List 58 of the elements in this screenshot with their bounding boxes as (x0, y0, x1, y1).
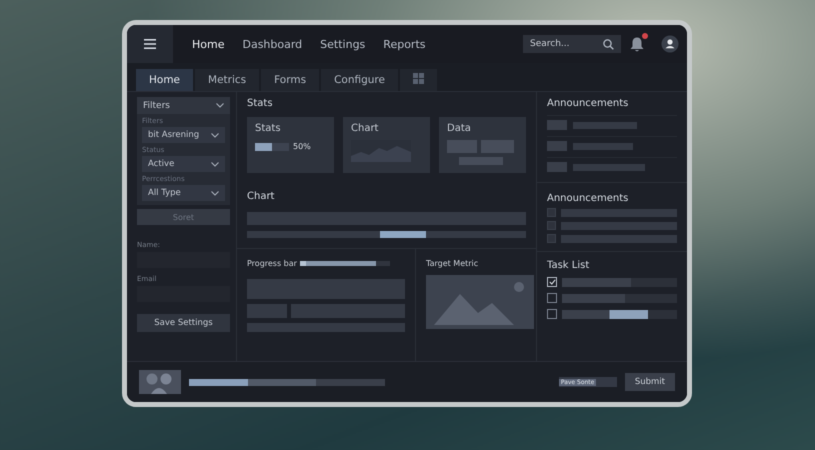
placeholder-bar (573, 122, 637, 128)
section-title: Announcements (547, 193, 630, 204)
placeholder-square (547, 221, 556, 230)
filters-dropdown[interactable]: Filters (137, 97, 230, 114)
select-field[interactable]: bit Asrening (142, 127, 225, 143)
save-settings-button[interactable]: Save Settings (137, 314, 230, 332)
chevron-icon (211, 190, 219, 196)
thumbnail-placeholder (547, 162, 567, 172)
placeholder-bar (573, 142, 633, 150)
nav-link[interactable]: Dashboard (233, 38, 312, 50)
select-field[interactable]: All Type (142, 185, 225, 201)
thumbnail-placeholder (547, 120, 567, 130)
nav-link[interactable]: Reports (374, 38, 434, 50)
section-title: Task List (547, 260, 590, 271)
tab[interactable]: Metrics (195, 69, 260, 91)
chevron-icon (211, 132, 219, 138)
tab[interactable]: Forms (261, 69, 320, 91)
image-placeholder-icon (426, 275, 534, 329)
placeholder-bar (447, 140, 477, 153)
bell-icon[interactable] (629, 36, 645, 52)
card-title: Chart (351, 123, 380, 134)
checkbox[interactable] (547, 277, 557, 287)
checkbox[interactable] (547, 293, 557, 303)
checkbox[interactable] (547, 309, 557, 319)
submit-button[interactable]: Submit (624, 373, 675, 391)
chevron-icon (211, 162, 219, 166)
nav-link[interactable]: Home (183, 38, 234, 50)
metric-title: Target Metric (426, 259, 480, 268)
notification-dot (642, 32, 648, 38)
people-icon (139, 370, 181, 394)
grid-icon (412, 73, 424, 84)
highlight-bar (380, 231, 426, 238)
select-field[interactable]: Active (142, 156, 225, 172)
section-title: Chart (247, 191, 276, 202)
avatar-icon[interactable] (661, 35, 679, 53)
placeholder-bar (459, 157, 503, 165)
placeholder-bar (481, 140, 514, 153)
menu-button[interactable] (127, 25, 173, 63)
grid-tab[interactable] (400, 69, 437, 91)
placeholder-square (547, 234, 556, 243)
chevron-icon (216, 103, 224, 108)
search-field[interactable]: Search... (523, 35, 621, 53)
tab[interactable]: Configure (321, 69, 398, 91)
card-title: Data (447, 123, 472, 134)
progress-label: Progress bar (247, 259, 297, 268)
placeholder-bar (573, 164, 645, 170)
placeholder-bar (247, 304, 287, 318)
nav-link[interactable]: Settings (311, 38, 374, 50)
progress-reading: 50% (293, 142, 311, 151)
search-icon (603, 38, 614, 50)
placeholder-square (547, 208, 556, 217)
progress-bar (255, 142, 289, 150)
thumbnail-placeholder (547, 141, 567, 151)
tab[interactable]: Home (136, 69, 194, 91)
menu-icon (144, 39, 156, 49)
section-title: Announcements (547, 98, 630, 109)
card-title: Stats (255, 123, 282, 134)
section-title: Stats (247, 98, 274, 109)
